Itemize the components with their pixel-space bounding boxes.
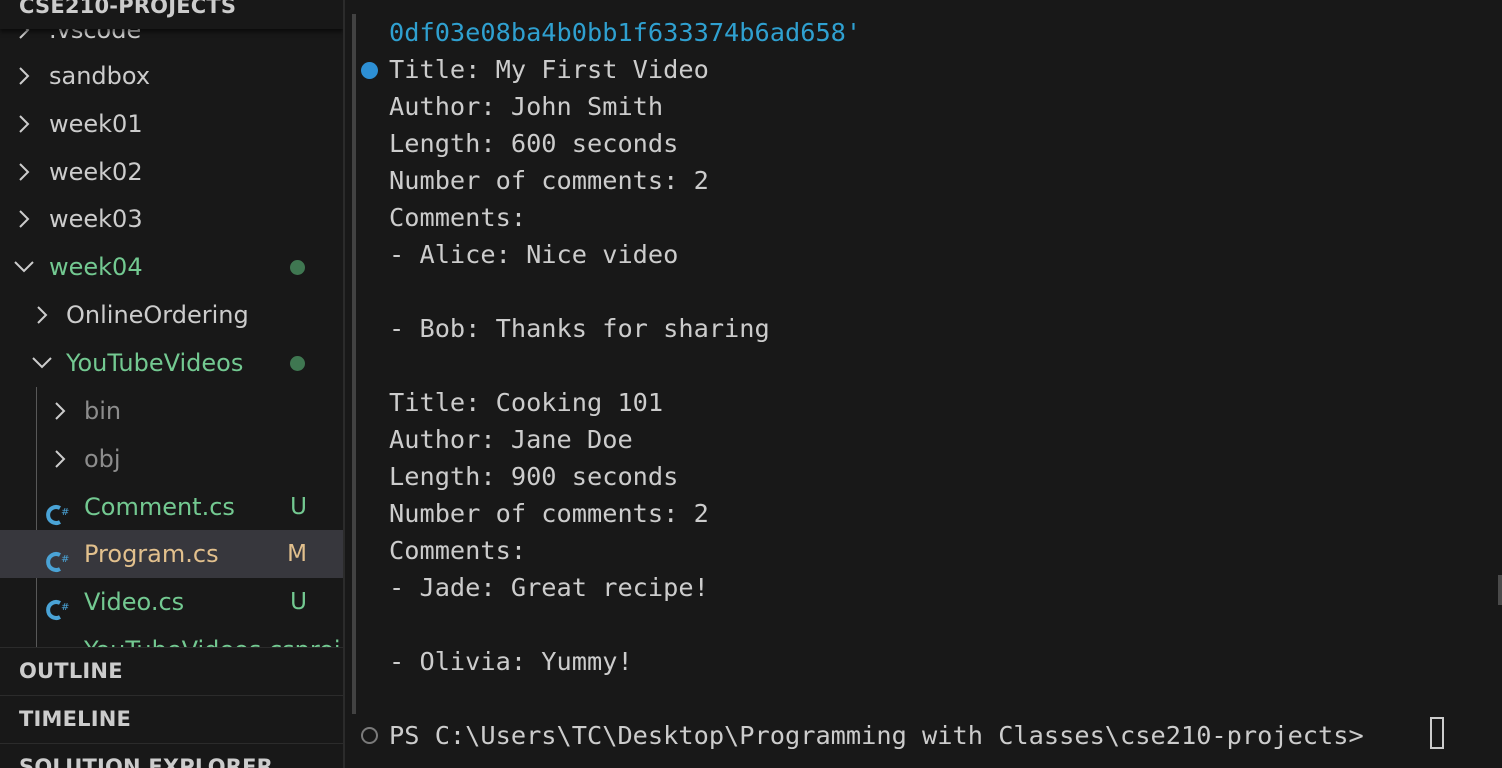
chevron-down-icon: [31, 339, 52, 387]
solution-explorer-section-header[interactable]: SOLUTION EXPLORER: [0, 744, 343, 768]
tree-item-label: sandbox: [49, 62, 151, 90]
terminal-prompt[interactable]: PS C:\Users\TC\Desktop\Programming with …: [389, 717, 1379, 754]
terminal-line: Comments:: [389, 203, 527, 232]
git-status-badge: U: [290, 494, 307, 520]
git-status-dot: [290, 260, 305, 275]
tree-item-label: week01: [49, 110, 143, 138]
tree-item-label: OnlineOrdering: [66, 301, 249, 329]
tree-item-week03[interactable]: week03: [0, 195, 343, 243]
tree-item-label: bin: [84, 397, 122, 425]
chevron-right-icon: [18, 52, 38, 100]
chevron-down-icon: [13, 243, 34, 291]
terminal-cursor: [1430, 717, 1444, 749]
terminal-overview-ruler[interactable]: [1498, 575, 1502, 605]
chevron-right-icon: [18, 195, 38, 243]
terminal-line: Title: My First Video: [389, 55, 709, 84]
git-status-badge: M: [287, 541, 307, 567]
terminal-panel[interactable]: 0df03e08ba4b0bb1f633374b6ad658' Title: M…: [345, 0, 1502, 768]
tree-item-label: week03: [49, 205, 143, 233]
rss-file-icon: [45, 638, 69, 647]
terminal-line: Author: John Smith: [389, 92, 664, 121]
tree-item-label: week04: [49, 253, 143, 281]
explorer-section-header[interactable]: CSE210-PROJECTS: [0, 0, 343, 29]
tree-item-week02[interactable]: week02: [0, 148, 343, 196]
tree-item-bin[interactable]: bin: [0, 387, 343, 435]
tree-item-week01[interactable]: week01: [0, 100, 343, 148]
csharp-file-icon: #: [45, 495, 69, 525]
tree-item-clip: YouTubeVideos.csproj: [0, 626, 343, 647]
tree-item-comment-cs[interactable]: # Comment.cs U: [0, 483, 343, 531]
tree-item-label: YouTubeVideos: [66, 349, 244, 377]
svg-text:#: #: [61, 507, 69, 518]
chevron-right-icon: [36, 291, 56, 339]
terminal-line: Title: Cooking 101: [389, 388, 664, 417]
tree-item-label: YouTubeVideos.csproj: [84, 626, 341, 647]
terminal-line: - Olivia: Yummy!: [389, 647, 633, 676]
chevron-right-icon: [18, 100, 38, 148]
outline-section-header[interactable]: OUTLINE: [0, 648, 343, 694]
terminal-scrollbar[interactable]: [352, 14, 356, 714]
csharp-file-icon: #: [45, 542, 69, 572]
tree-item-csproj[interactable]: YouTubeVideos.csproj: [0, 626, 343, 647]
tree-item-onlineordering[interactable]: OnlineOrdering: [0, 291, 343, 339]
tree-item-program-cs[interactable]: # Program.cs M: [0, 530, 343, 578]
git-status-dot: [290, 356, 305, 371]
terminal-line: - Alice: Nice video: [389, 240, 679, 269]
timeline-section-header[interactable]: TIMELINE: [0, 696, 343, 742]
svg-text:#: #: [61, 602, 69, 613]
tree-item-label: obj: [84, 445, 121, 473]
terminal-line: Number of comments: 2: [389, 166, 709, 195]
tree-item-week04[interactable]: week04: [0, 243, 343, 291]
tree-item-label: Video.cs: [84, 588, 185, 616]
chevron-right-icon: [54, 435, 74, 483]
chevron-right-icon: [54, 387, 74, 435]
tree-item-label: week02: [49, 158, 143, 186]
terminal-line: - Jade: Great recipe!: [389, 573, 709, 602]
terminal-line: Length: 900 seconds: [389, 462, 679, 491]
command-decoration-icon[interactable]: [361, 727, 378, 744]
tree-item-sandbox[interactable]: sandbox: [0, 52, 343, 100]
tree-item-label: Comment.cs: [84, 493, 235, 521]
terminal-line: 0df03e08ba4b0bb1f633374b6ad658': [389, 18, 862, 47]
command-decoration-icon[interactable]: [361, 62, 378, 79]
tree-item-video-cs[interactable]: # Video.cs U: [0, 578, 343, 626]
chevron-right-icon: [18, 148, 38, 196]
csharp-file-icon: #: [45, 590, 69, 620]
terminal-line: Comments:: [389, 536, 527, 565]
tree-item-label: Program.cs: [84, 540, 219, 568]
svg-text:#: #: [61, 554, 69, 565]
tree-item-youtubevideos[interactable]: YouTubeVideos: [0, 339, 343, 387]
terminal-line: - Bob: Thanks for sharing: [389, 314, 770, 343]
terminal-line: Author: Jane Doe: [389, 425, 633, 454]
terminal-line: Number of comments: 2: [389, 499, 709, 528]
explorer-sidebar: CSE210-PROJECTS .vscode sandbox week01 w…: [0, 0, 343, 768]
git-status-badge: U: [290, 589, 307, 615]
terminal-line: Length: 600 seconds: [389, 129, 679, 158]
tree-item-obj[interactable]: obj: [0, 435, 343, 483]
